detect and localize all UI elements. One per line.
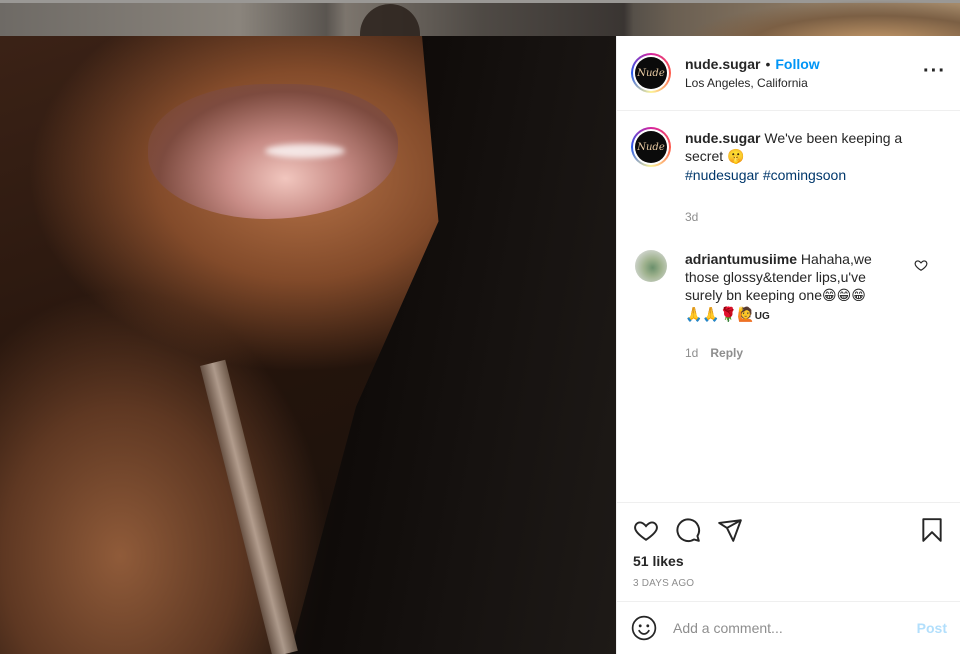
emoji-icon[interactable] xyxy=(631,615,657,641)
action-bar: 51 likes 3 DAYS AGO xyxy=(617,502,960,589)
photo-highlight xyxy=(265,144,345,158)
comment-meta: 1d Reply xyxy=(685,344,905,362)
post-header: Nude nude.sugar • Follow Los Angeles, Ca… xyxy=(617,36,960,111)
add-comment-bar: Post xyxy=(617,601,960,654)
location-link[interactable]: Los Angeles, California xyxy=(685,76,820,90)
caption: Nude nude.sugar We've been keeping a sec… xyxy=(631,127,946,226)
comment-emojis: 🙏🙏🌹🙋 xyxy=(685,307,755,323)
avatar-logo: Nude xyxy=(635,57,667,89)
post-sidebar: Nude nude.sugar • Follow Los Angeles, Ca… xyxy=(616,36,960,654)
header-text: nude.sugar • Follow Los Angeles, Califor… xyxy=(685,56,820,90)
comment-time[interactable]: 1d xyxy=(685,344,698,362)
bookmark-icon[interactable] xyxy=(919,517,945,543)
caption-body: nude.sugar We've been keeping a secret 🤫… xyxy=(685,129,905,226)
avatar-frame: Nude xyxy=(633,129,669,165)
likes-count[interactable]: 51 likes xyxy=(633,553,945,569)
comment-item: adriantumusiime Hahaha,we those glossy&t… xyxy=(631,250,946,362)
caption-meta: 3d xyxy=(685,208,905,226)
comment-username[interactable]: adriantumusiime xyxy=(685,251,797,267)
comment-emojis: 😁😁😁 xyxy=(822,288,866,304)
avatar[interactable]: Nude xyxy=(631,53,671,93)
caption-time[interactable]: 3d xyxy=(685,208,698,226)
post-modal: Nude nude.sugar • Follow Los Angeles, Ca… xyxy=(0,36,960,654)
avatar[interactable] xyxy=(635,250,667,282)
comment-icon[interactable] xyxy=(675,517,701,543)
comment-body: adriantumusiime Hahaha,we those glossy&t… xyxy=(685,250,905,362)
background-overlay[interactable] xyxy=(0,0,960,36)
share-icon[interactable] xyxy=(717,517,743,543)
comment-suffix: UG xyxy=(754,311,770,322)
username-link[interactable]: nude.sugar xyxy=(685,56,760,72)
background-shape xyxy=(680,0,960,36)
avatar-logo: Nude xyxy=(635,131,667,163)
caption-emoji: 🤫 xyxy=(727,149,745,165)
hashtag-link[interactable]: #comingsoon xyxy=(763,167,846,183)
small-heart-icon[interactable] xyxy=(914,258,928,272)
photo-strap xyxy=(200,359,298,654)
avatar-frame: Nude xyxy=(633,55,669,91)
avatar[interactable]: Nude xyxy=(631,127,671,167)
header-line: nude.sugar • Follow xyxy=(685,56,820,72)
heart-icon[interactable] xyxy=(633,517,659,543)
action-icons xyxy=(633,515,945,545)
post-photo[interactable] xyxy=(0,36,616,654)
comment-input[interactable] xyxy=(673,620,913,636)
more-icon[interactable]: ··· xyxy=(923,61,946,81)
reply-button[interactable]: Reply xyxy=(710,344,743,362)
post-button[interactable]: Post xyxy=(917,620,947,636)
background-shape xyxy=(360,4,420,36)
comments-list: Nude nude.sugar We've been keeping a sec… xyxy=(617,111,960,501)
follow-button[interactable]: Follow xyxy=(775,56,819,72)
separator-dot: • xyxy=(765,56,771,72)
post-time[interactable]: 3 DAYS AGO xyxy=(633,578,945,589)
hashtag-link[interactable]: #nudesugar xyxy=(685,167,759,183)
caption-username[interactable]: nude.sugar xyxy=(685,130,760,146)
